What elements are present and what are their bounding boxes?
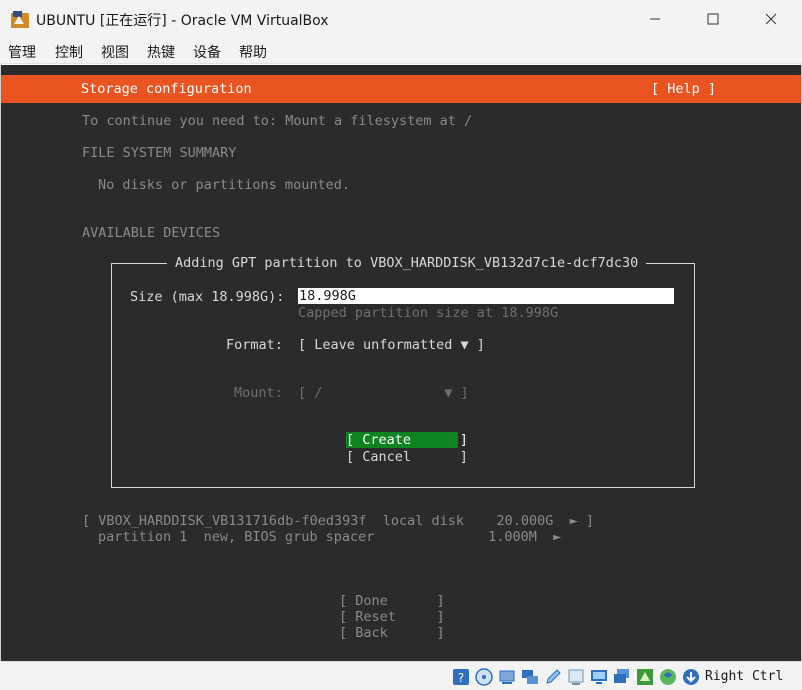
back-button[interactable]: [ Back ] (339, 625, 445, 641)
menu-devices[interactable]: 设备 (193, 42, 221, 62)
menu-help[interactable]: 帮助 (239, 42, 267, 62)
header-title: Storage configuration (81, 81, 252, 97)
pencil-icon[interactable] (543, 667, 563, 687)
cpu-icon[interactable] (658, 667, 678, 687)
usb-icon[interactable] (497, 667, 517, 687)
menu-control[interactable]: 控制 (55, 42, 83, 62)
help-button[interactable]: [ Help ] (651, 81, 716, 97)
minimize-icon (650, 18, 660, 20)
size-hint: Capped partition size at 18.998G (298, 305, 559, 321)
host-key-label: Right Ctrl (705, 669, 784, 684)
format-dropdown[interactable]: [ Leave unformatted ▼ ] (298, 337, 485, 353)
cd-icon[interactable] (474, 667, 494, 687)
optical-drive-icon[interactable]: ? (451, 667, 471, 687)
format-label: Format: (226, 337, 283, 353)
fs-summary-heading: FILE SYSTEM SUMMARY (82, 145, 237, 161)
window-title: UBUNTU [正在运行] - Oracle VM VirtualBox (36, 13, 329, 29)
close-button[interactable] (742, 0, 800, 38)
dialog-title: Adding GPT partition to VBOX_HARDDISK_VB… (167, 255, 647, 271)
partition-row[interactable]: partition 1 new, BIOS grub spacer 1.000M… (98, 529, 561, 545)
cancel-button[interactable]: [ Cancel ] (346, 449, 468, 465)
network-adapter-icon[interactable] (635, 667, 655, 687)
vm-display[interactable]: Storage configuration [ Help ] To contin… (0, 65, 802, 661)
shared-folders-icon[interactable] (566, 667, 586, 687)
title-bar: UBUNTU [正在运行] - Oracle VM VirtualBox (0, 0, 802, 38)
status-bar: ? Right Ctrl (0, 661, 802, 690)
menu-bar: 管理 控制 视图 热键 设备 帮助 (0, 38, 802, 64)
create-button[interactable]: [ Create ] (346, 432, 468, 448)
device-row[interactable]: [ VBOX_HARDDISK_VB131716db-f0ed393f loca… (82, 513, 594, 529)
installer-header: Storage configuration [ Help ] (1, 75, 801, 103)
menu-manage[interactable]: 管理 (8, 42, 36, 62)
network-icon[interactable] (520, 667, 540, 687)
menu-hotkey[interactable]: 热键 (147, 42, 175, 62)
virtualbox-app-icon (11, 11, 29, 28)
size-label: Size (max 18.998G): (130, 289, 285, 305)
reset-button[interactable]: [ Reset ] (339, 609, 445, 625)
available-devices-heading: AVAILABLE DEVICES (82, 225, 221, 241)
svg-text:?: ? (458, 671, 464, 685)
mount-label: Mount: (234, 385, 283, 401)
display-icon[interactable] (589, 667, 609, 687)
minimize-button[interactable] (626, 0, 684, 38)
fs-summary-empty: No disks or partitions mounted. (98, 177, 350, 193)
download-arrow-icon[interactable] (681, 667, 701, 687)
menu-view[interactable]: 视图 (101, 42, 129, 62)
monitor-icon[interactable] (612, 667, 632, 687)
mount-dropdown[interactable]: [ / ▼ ] (298, 385, 469, 401)
maximize-button[interactable] (684, 0, 742, 38)
close-icon (765, 13, 777, 25)
instruction-text: To continue you need to: Mount a filesys… (82, 113, 473, 129)
maximize-icon (707, 13, 719, 25)
done-button[interactable]: [ Done ] (339, 593, 445, 609)
size-input[interactable]: 18.998G (298, 288, 674, 304)
